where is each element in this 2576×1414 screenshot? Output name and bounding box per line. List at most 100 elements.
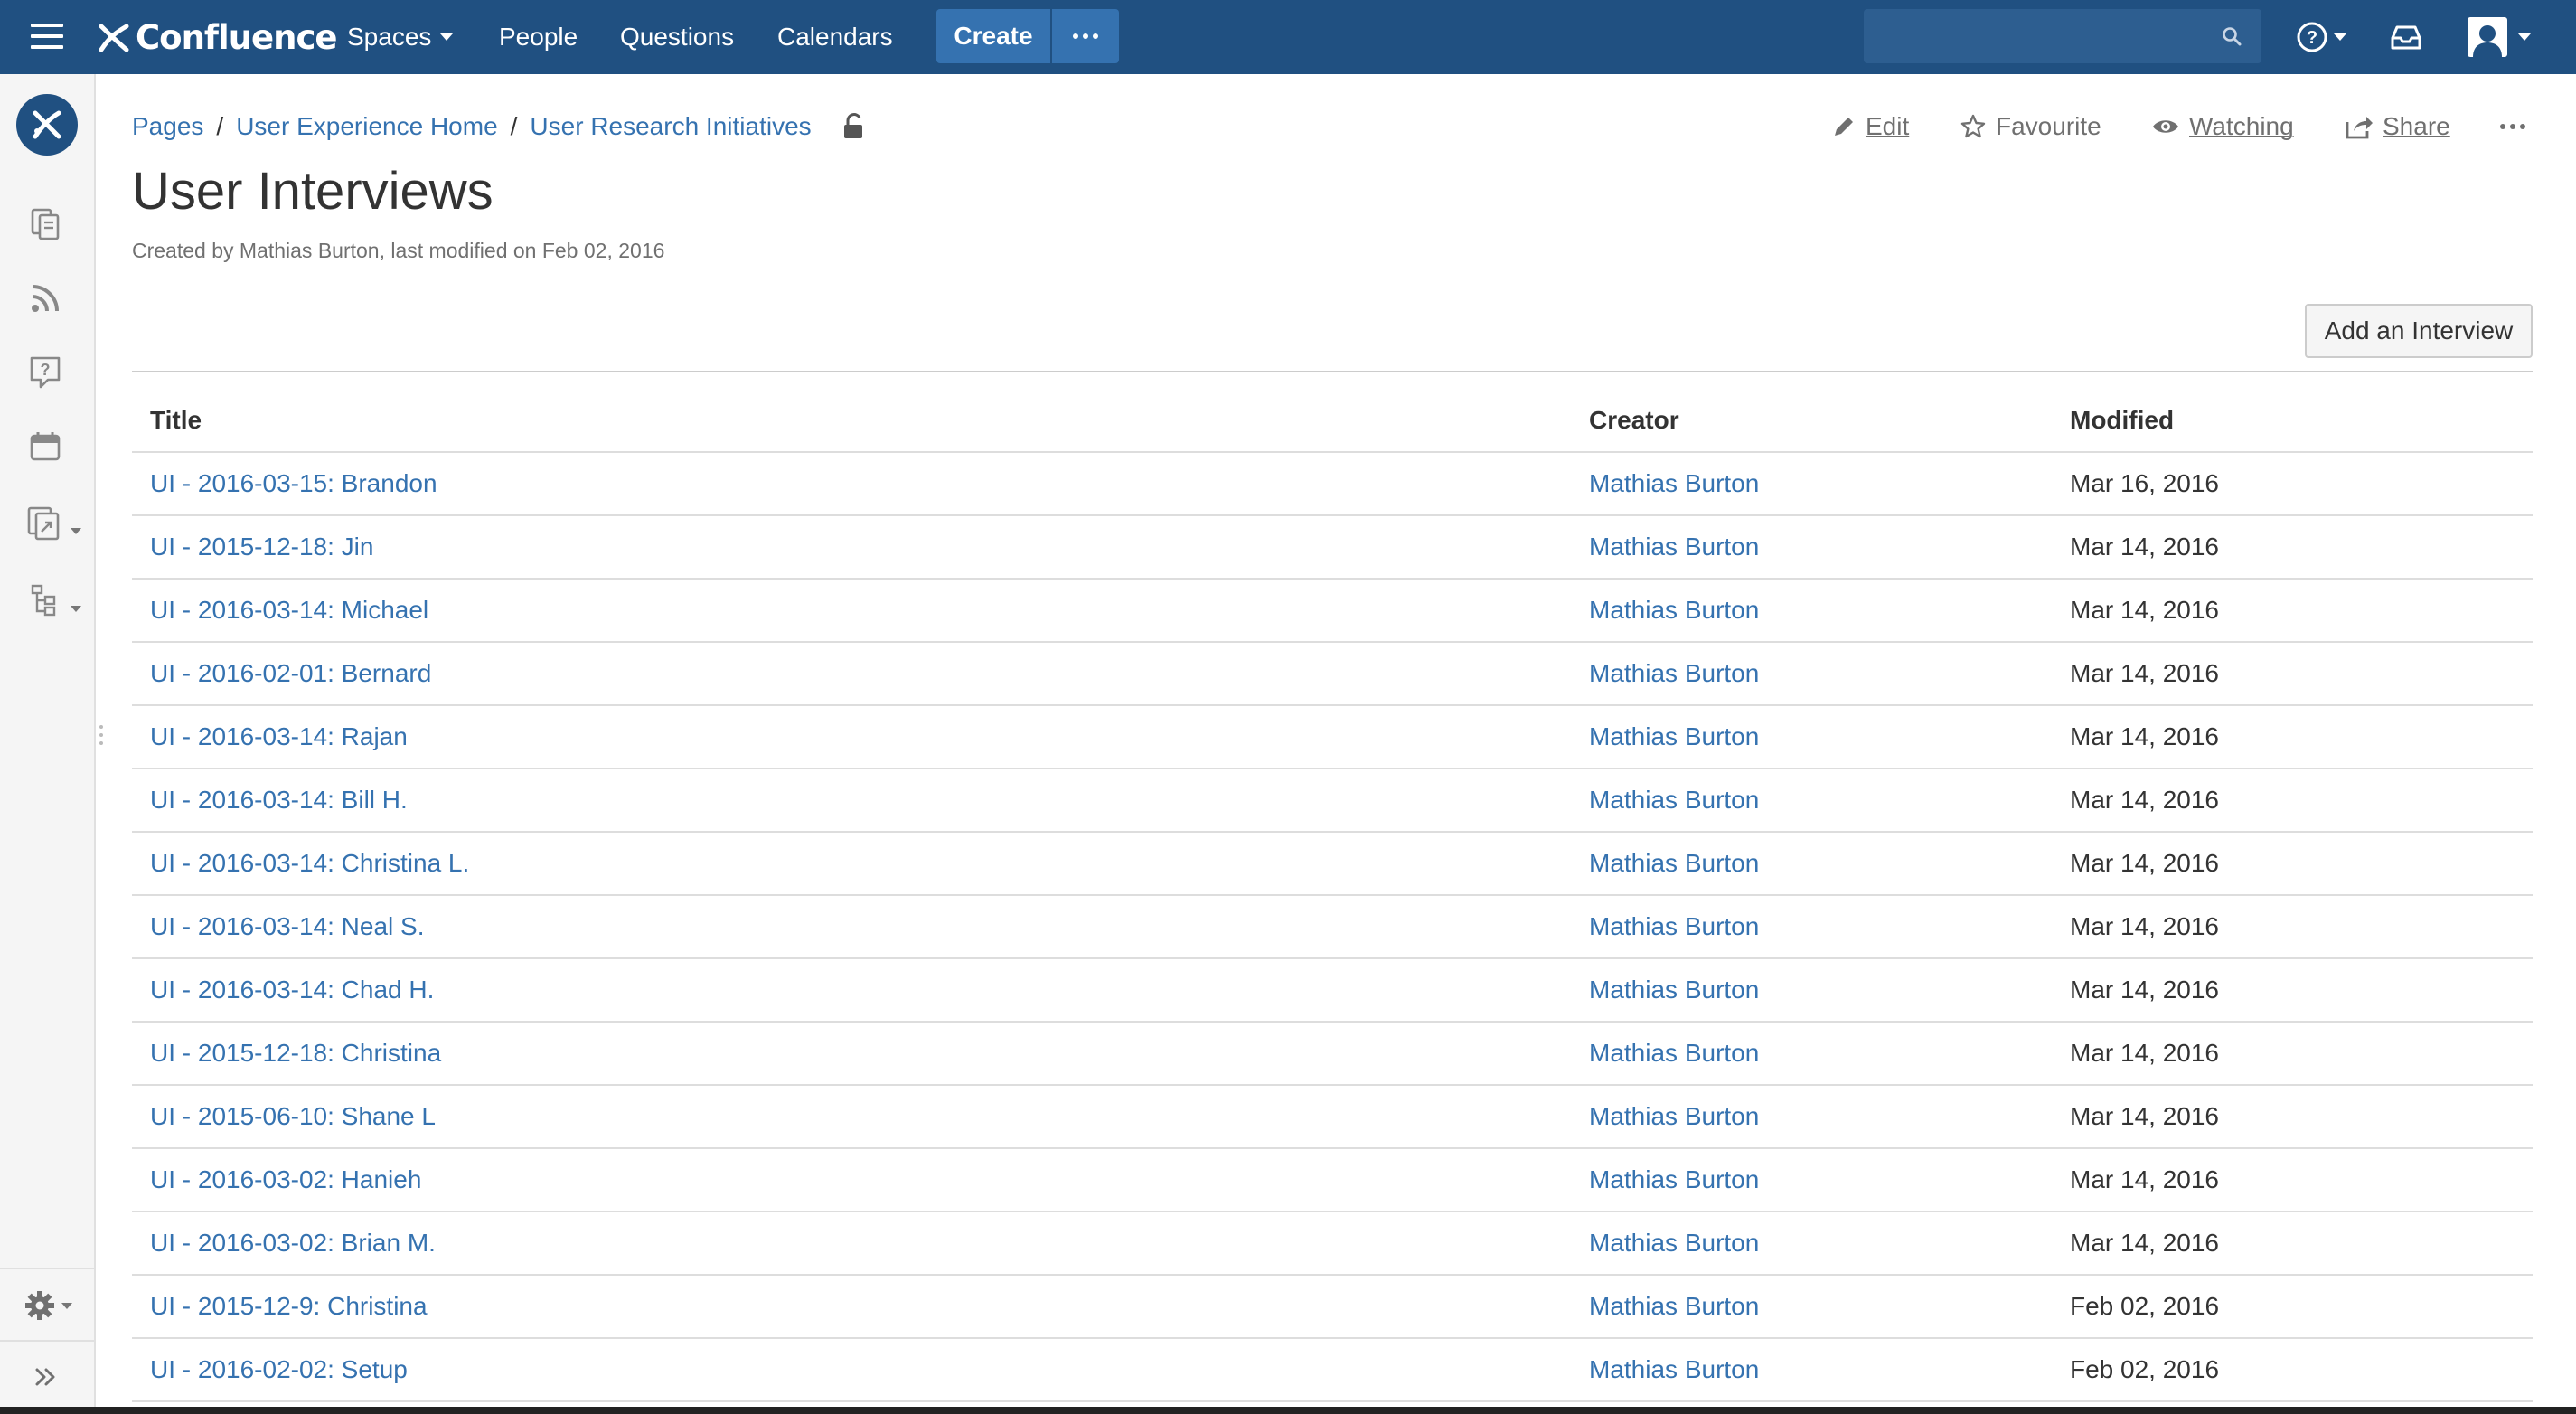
creator-link[interactable]: Mathias Burton — [1589, 1229, 1759, 1257]
watching-button[interactable]: Watching — [2151, 108, 2294, 145]
calendar-icon[interactable] — [27, 429, 63, 465]
creator-cell: Mathias Burton — [1571, 705, 2052, 769]
breadcrumb-user-experience-home[interactable]: User Experience Home — [236, 112, 497, 141]
modified-date-cell: Feb 02, 2016 — [2052, 1338, 2533, 1402]
creator-link[interactable]: Mathias Burton — [1589, 1355, 1759, 1383]
table-row: UI - 2016-03-14: Bill H. Mathias Burton Ma… — [132, 768, 2533, 833]
more-create-options-button[interactable] — [1052, 9, 1119, 63]
help-icon: ? — [2297, 22, 2327, 52]
creator-link[interactable]: Mathias Burton — [1589, 659, 1759, 687]
page-tree-icon[interactable] — [27, 582, 63, 618]
nav-calendars[interactable]: Calendars — [777, 0, 893, 74]
interview-page-link[interactable]: UI - 2016-03-14: Neal S. — [150, 912, 425, 940]
share-button[interactable]: Share — [2345, 108, 2450, 145]
column-header-creator[interactable]: Creator — [1571, 389, 2052, 453]
creator-cell: Mathias Burton — [1571, 1338, 2052, 1402]
notifications-button[interactable] — [2390, 13, 2422, 61]
unlock-icon[interactable] — [842, 112, 866, 141]
creator-link[interactable]: Mathias Burton — [1589, 849, 1759, 877]
table-row: UI - 2016-03-14: Neal S. Mathias Burton Ma… — [132, 895, 2533, 959]
creator-cell: Mathias Burton — [1571, 958, 2052, 1023]
edit-button[interactable]: Edit — [1831, 108, 1909, 145]
modified-date-cell: Mar 14, 2016 — [2052, 768, 2533, 833]
creator-cell: Mathias Burton — [1571, 1275, 2052, 1339]
title-cell: UI - 2016-03-14: Bill H. — [132, 768, 1571, 833]
nav-questions[interactable]: Questions — [620, 0, 734, 74]
modified-date-cell: Mar 14, 2016 — [2052, 1022, 2533, 1086]
nav-spaces[interactable]: Spaces — [347, 0, 454, 74]
chevron-down-icon[interactable] — [71, 606, 81, 612]
interview-page-link[interactable]: UI - 2016-02-02: Setup — [150, 1355, 408, 1383]
interview-page-link[interactable]: UI - 2016-03-14: Rajan — [150, 722, 408, 750]
interview-page-link[interactable]: UI - 2016-02-01: Bernard — [150, 659, 431, 687]
creator-link[interactable]: Mathias Burton — [1589, 722, 1759, 750]
add-interview-button[interactable]: Add an Interview — [2305, 304, 2533, 358]
interview-page-link[interactable]: UI - 2016-03-15: Brandon — [150, 469, 437, 497]
chevron-down-icon[interactable] — [71, 528, 81, 534]
page-metadata: Created by Mathias Burton, last modified… — [132, 239, 665, 262]
interview-page-link[interactable]: UI - 2015-12-9: Christina — [150, 1292, 428, 1320]
creator-link[interactable]: Mathias Burton — [1589, 786, 1759, 814]
interview-page-link[interactable]: UI - 2015-06-10: Shane L — [150, 1102, 436, 1130]
creator-link[interactable]: Mathias Burton — [1589, 1102, 1759, 1130]
creator-link[interactable]: Mathias Burton — [1589, 469, 1759, 497]
creator-cell: Mathias Burton — [1571, 642, 2052, 706]
share-icon — [2346, 117, 2373, 139]
help-menu[interactable]: ? — [2296, 13, 2346, 61]
edit-label: Edit — [1866, 112, 1910, 140]
menu-icon[interactable] — [31, 24, 63, 51]
creator-link[interactable]: Mathias Burton — [1589, 596, 1759, 624]
creator-link[interactable]: Mathias Burton — [1589, 976, 1759, 1004]
interview-page-link[interactable]: UI - 2016-03-02: Hanieh — [150, 1165, 421, 1193]
interview-page-link[interactable]: UI - 2015-12-18: Jin — [150, 533, 373, 561]
chevron-down-icon — [61, 1302, 72, 1309]
expand-sidebar-icon[interactable] — [33, 1363, 60, 1395]
creator-link[interactable]: Mathias Burton — [1589, 1039, 1759, 1067]
sidebar-resize-handle[interactable] — [99, 725, 105, 756]
breadcrumb-pages[interactable]: Pages — [132, 112, 203, 141]
svg-text:?: ? — [2307, 28, 2317, 48]
creator-link[interactable]: Mathias Burton — [1589, 1292, 1759, 1320]
table-row: UI - 2016-03-14: Michael Mathias Burton Ma… — [132, 579, 2533, 643]
interview-page-link[interactable]: UI - 2016-03-14: Michael — [150, 596, 428, 624]
creator-link[interactable]: Mathias Burton — [1589, 912, 1759, 940]
title-cell: UI - 2015-12-9: Christina — [132, 1275, 1571, 1339]
space-tools-section — [0, 1268, 94, 1340]
blog-feed-icon[interactable] — [27, 280, 63, 316]
creator-link[interactable]: Mathias Burton — [1589, 1165, 1759, 1193]
more-icon — [2500, 124, 2525, 129]
pages-icon[interactable] — [27, 206, 63, 242]
modified-date-cell: Mar 14, 2016 — [2052, 1211, 2533, 1276]
modified-date-cell: Feb 02, 2016 — [2052, 1275, 2533, 1339]
column-header-title[interactable]: Title — [132, 389, 1571, 453]
interview-page-link[interactable]: UI - 2016-03-14: Chad H. — [150, 976, 434, 1004]
interview-page-link[interactable]: UI - 2016-03-02: Brian M. — [150, 1229, 436, 1257]
column-header-modified[interactable]: Modified — [2052, 389, 2533, 453]
create-button[interactable]: Create — [936, 9, 1050, 63]
search-icon — [2223, 27, 2242, 46]
space-logo-icon[interactable] — [16, 94, 78, 156]
more-actions-button[interactable] — [2500, 108, 2525, 145]
logo-text: Confluence — [136, 17, 337, 57]
questions-icon[interactable]: ? — [27, 354, 63, 391]
confluence-logo[interactable]: Confluence — [96, 13, 337, 61]
creator-cell: Mathias Burton — [1571, 515, 2052, 580]
breadcrumb-user-research-initiatives[interactable]: User Research Initiatives — [530, 112, 811, 141]
chevron-down-icon — [440, 33, 454, 41]
space-tools-button[interactable] — [24, 1289, 72, 1322]
creator-link[interactable]: Mathias Burton — [1589, 533, 1759, 561]
table-row: UI - 2016-03-14: Chad H. Mathias Burton Ma… — [132, 958, 2533, 1023]
favourite-button[interactable]: Favourite — [1960, 108, 2101, 145]
eye-icon — [2153, 120, 2178, 133]
creator-cell: Mathias Burton — [1571, 832, 2052, 896]
user-profile-menu[interactable] — [2468, 13, 2531, 61]
shortcuts-icon[interactable] — [25, 504, 61, 541]
interview-page-link[interactable]: UI - 2016-03-14: Bill H. — [150, 786, 408, 814]
nav-people[interactable]: People — [499, 0, 578, 74]
search-input[interactable] — [1864, 9, 2261, 63]
interview-page-link[interactable]: UI - 2015-12-18: Christina — [150, 1039, 441, 1067]
interview-page-link[interactable]: UI - 2016-03-14: Christina L. — [150, 849, 469, 877]
divider — [132, 371, 2533, 372]
creator-cell: Mathias Burton — [1571, 579, 2052, 643]
page-title: User Interviews — [132, 162, 494, 221]
